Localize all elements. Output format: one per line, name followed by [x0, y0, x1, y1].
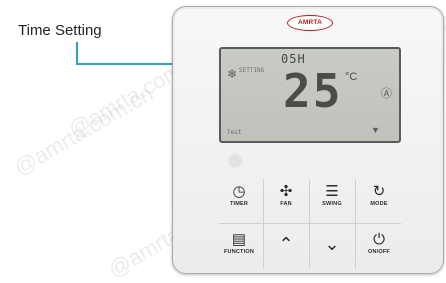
swing-icon: ☰	[325, 183, 339, 200]
sensor-window	[229, 155, 241, 167]
callout-label: Time Setting	[18, 22, 102, 39]
watermark: @amrta.com.cn	[9, 80, 158, 181]
up-button[interactable]: ⌃	[264, 235, 308, 271]
up-arrow-icon: ⌃	[278, 234, 294, 254]
thermostat-panel: AMRTA 05H SETTING ❄ 25 °C Ⓐ Test ▼ ◷ TIM…	[172, 6, 444, 274]
temperature-readout: 25	[283, 64, 343, 118]
status-text: Test	[227, 129, 242, 136]
mode-button[interactable]: ↻ MODE	[357, 183, 401, 219]
brand-logo: AMRTA	[287, 15, 333, 31]
down-arrow-icon: ⌄	[324, 234, 340, 254]
power-label: ON/OFF	[368, 249, 390, 255]
fan-button[interactable]: ✣ FAN	[264, 183, 308, 219]
divider	[355, 179, 356, 269]
function-button[interactable]: ▤ FUNCTION	[217, 231, 261, 267]
function-icon: ▤	[231, 231, 247, 248]
timer-icon: ◷	[232, 183, 246, 200]
timer-button[interactable]: ◷ TIMER	[217, 183, 261, 219]
power-icon: ⏻	[373, 231, 385, 248]
temperature-unit: °C	[345, 71, 358, 83]
down-button[interactable]: ⌄	[310, 235, 354, 271]
divider	[219, 223, 401, 224]
mode-label: MODE	[370, 201, 388, 207]
swing-label: SWING	[322, 201, 342, 207]
mode-icon: ↻	[372, 183, 386, 200]
fan-icon: ✣	[279, 183, 293, 200]
lcd-display: 05H SETTING ❄ 25 °C Ⓐ Test ▼	[219, 47, 401, 143]
snowflake-icon: ❄	[227, 67, 238, 81]
fan-label: FAN	[280, 201, 292, 207]
wifi-icon: ▼	[371, 125, 380, 135]
mode-text: SETTING	[239, 67, 265, 74]
swing-button[interactable]: ☰ SWING	[310, 183, 354, 219]
callout-leader-vertical	[76, 42, 78, 64]
auto-icon: Ⓐ	[381, 88, 392, 100]
function-label: FUNCTION	[223, 249, 254, 255]
timer-label: TIMER	[229, 201, 249, 207]
power-button[interactable]: ⏻ ON/OFF	[357, 231, 401, 267]
